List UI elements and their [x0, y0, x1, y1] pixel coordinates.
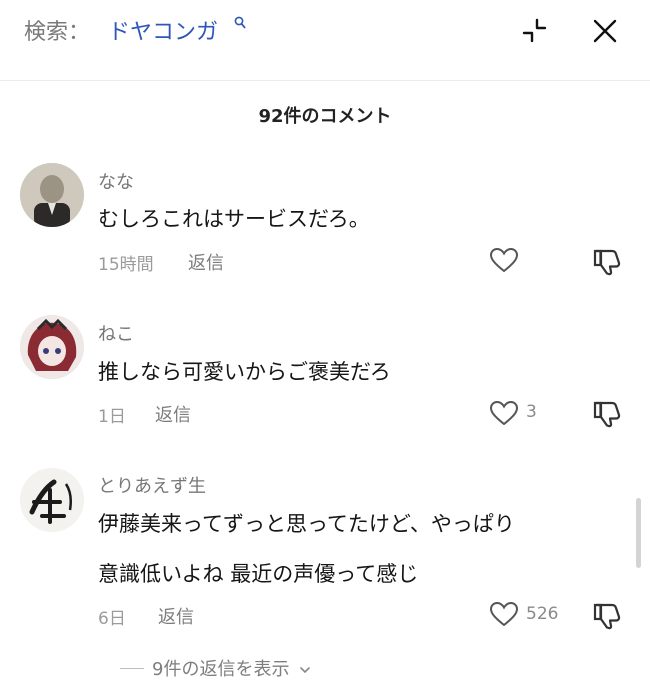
avatar[interactable] [20, 468, 84, 532]
timestamp: 1日 [98, 407, 126, 427]
thumbs-down-icon[interactable] [592, 600, 624, 630]
comment-count: 92件のコメント [258, 106, 392, 127]
comment-text: むしろこれはサービスだろ。 [98, 207, 370, 231]
like-count: 3 [526, 402, 537, 422]
thumbs-down-icon[interactable] [592, 398, 624, 428]
scrollbar[interactable] [636, 498, 641, 568]
heart-icon[interactable] [488, 399, 520, 427]
comment-text: 伊藤美来ってずっと思ってたけど、やっぱり [98, 512, 515, 536]
collapse-icon[interactable] [520, 16, 550, 46]
search-label: 検索： [24, 20, 91, 45]
timestamp: 15時間 [98, 255, 154, 275]
comment-text: 推しなら可愛いからご褒美だろ [98, 360, 391, 384]
divider [120, 668, 144, 669]
comment-text: 意識低いよね 最近の声優って感じ [98, 562, 419, 586]
search-header: 検索： ドヤコンガ [0, 0, 650, 81]
view-replies-button[interactable]: 9件の返信を表示 [152, 655, 311, 681]
like-count: 526 [526, 604, 559, 624]
username[interactable]: ねこ [98, 320, 134, 346]
reply-button[interactable]: 返信 [155, 401, 191, 427]
thumbs-down-icon[interactable] [592, 246, 624, 276]
chevron-down-icon [300, 667, 310, 674]
reply-button[interactable]: 返信 [188, 249, 224, 275]
close-icon[interactable] [590, 16, 620, 46]
search-icon [234, 16, 246, 29]
view-replies-label: 9件の返信を表示 [152, 659, 290, 680]
username[interactable]: なな [98, 168, 134, 194]
timestamp: 6日 [98, 609, 126, 629]
avatar[interactable] [20, 163, 84, 227]
search-query-link[interactable]: ドヤコンガ [108, 14, 218, 46]
heart-icon[interactable] [488, 246, 520, 274]
reply-button[interactable]: 返信 [158, 603, 194, 629]
username[interactable]: とりあえず生 [98, 472, 206, 498]
avatar[interactable] [20, 315, 84, 379]
heart-icon[interactable] [488, 600, 520, 628]
